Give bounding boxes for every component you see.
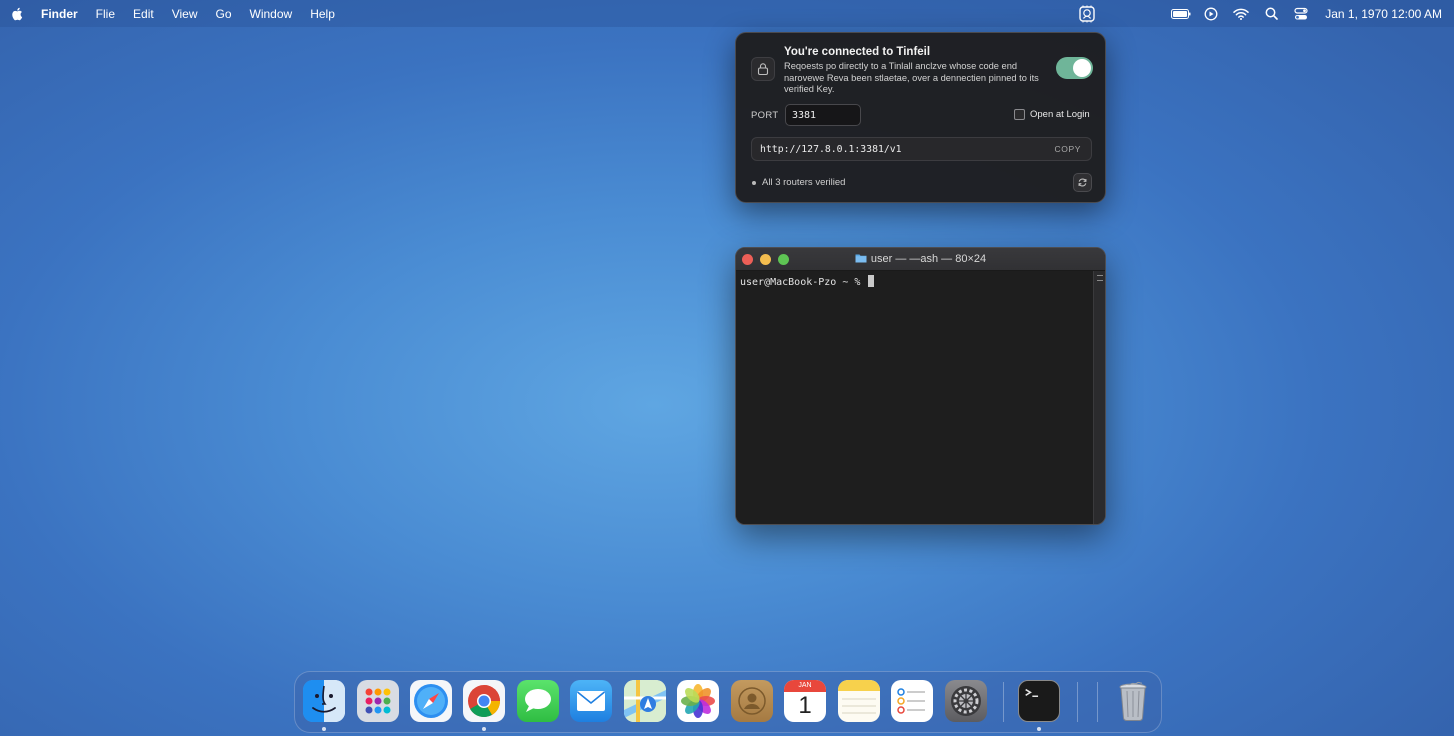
play-circle-icon[interactable] bbox=[1201, 4, 1221, 24]
connection-toggle[interactable] bbox=[1056, 57, 1093, 79]
folder-icon bbox=[855, 253, 867, 266]
apple-menu-icon[interactable] bbox=[11, 7, 29, 21]
dock-reminders-icon[interactable] bbox=[891, 680, 933, 722]
calendar-month: JAN bbox=[784, 680, 826, 692]
menu-clock[interactable]: Jan 1, 1970 12:00 AM bbox=[1325, 7, 1442, 21]
status-dot bbox=[752, 181, 756, 185]
dock-contacts-icon[interactable] bbox=[731, 680, 773, 722]
menu-edit[interactable]: Edit bbox=[133, 7, 154, 21]
terminal-window: user — —ash — 80×24 user@MacBook-Pzo ~ % bbox=[735, 247, 1106, 525]
calendar-day: 1 bbox=[798, 692, 812, 719]
dock-terminal-icon[interactable] bbox=[1018, 680, 1060, 722]
dock-maps-icon[interactable] bbox=[624, 680, 666, 722]
copy-button[interactable]: COPY bbox=[1055, 144, 1082, 154]
terminal-running-indicator bbox=[1037, 727, 1041, 731]
port-input[interactable]: 3381 bbox=[785, 104, 861, 126]
menu-go[interactable]: Go bbox=[216, 7, 232, 21]
router-status: All 3 routers verilied bbox=[762, 177, 846, 188]
toggle-knob bbox=[1073, 59, 1091, 77]
tinfoil-popover: You're connected to Tinfeil Reqoests po … bbox=[735, 32, 1106, 203]
dock-safari-icon[interactable] bbox=[410, 680, 452, 722]
chrome-running-indicator bbox=[482, 727, 486, 731]
search-icon[interactable] bbox=[1261, 4, 1281, 24]
menu-window[interactable]: Window bbox=[250, 7, 293, 21]
battery-icon[interactable] bbox=[1171, 4, 1191, 24]
dock: JAN 1 bbox=[294, 671, 1162, 733]
menu-file[interactable]: Flie bbox=[96, 7, 115, 21]
terminal-content[interactable]: user@MacBook-Pzo ~ % bbox=[736, 271, 1095, 524]
menu-view[interactable]: View bbox=[172, 7, 198, 21]
scroll-grip-icon bbox=[1097, 275, 1103, 281]
dock-separator bbox=[1077, 682, 1078, 722]
lock-icon bbox=[751, 57, 775, 81]
dock-system-settings-icon[interactable] bbox=[945, 680, 987, 722]
dock-photos-icon[interactable] bbox=[677, 680, 719, 722]
open-at-login-checkbox[interactable] bbox=[1014, 109, 1025, 120]
refresh-icon[interactable] bbox=[1073, 173, 1092, 192]
connection-description: Reqoests po directly to a Tinlall anclzv… bbox=[784, 61, 1039, 94]
endpoint-url-field[interactable]: http://127.8.0.1:3381/v1 COPY bbox=[751, 137, 1092, 161]
dock-notes-icon[interactable] bbox=[838, 680, 880, 722]
terminal-title-group: user — —ash — 80×24 bbox=[736, 253, 1105, 266]
dock-calendar-icon[interactable]: JAN 1 bbox=[784, 680, 826, 722]
terminal-cursor bbox=[868, 275, 875, 287]
control-center-icon[interactable] bbox=[1291, 4, 1311, 24]
terminal-scrollbar[interactable] bbox=[1093, 271, 1105, 524]
finder-running-indicator bbox=[322, 727, 326, 731]
dock-finder-icon[interactable] bbox=[303, 680, 345, 722]
endpoint-url: http://127.8.0.1:3381/v1 bbox=[760, 144, 902, 155]
wifi-icon[interactable] bbox=[1231, 4, 1251, 24]
dock-mail-icon[interactable] bbox=[570, 680, 612, 722]
terminal-title: user — —ash — 80×24 bbox=[870, 253, 987, 265]
connection-title: You're connected to Tinfeil bbox=[784, 46, 931, 58]
open-at-login-label[interactable]: Open at Login bbox=[1030, 109, 1090, 120]
dock-messages-icon[interactable] bbox=[517, 680, 559, 722]
dock-launchpad-icon[interactable] bbox=[357, 680, 399, 722]
port-label: PORT bbox=[751, 110, 779, 121]
menu-help[interactable]: Help bbox=[310, 7, 335, 21]
terminal-prompt-line: user@MacBook-Pzo ~ % bbox=[740, 275, 875, 288]
terminal-titlebar[interactable]: user — —ash — 80×24 bbox=[736, 248, 1105, 271]
dock-trash-icon[interactable] bbox=[1112, 680, 1154, 722]
dock-separator bbox=[1097, 682, 1098, 722]
terminal-prompt: user@MacBook-Pzo ~ % bbox=[740, 277, 867, 288]
menu-bar: Finder Flie Edit View Go Window Help Jan… bbox=[0, 0, 1454, 27]
tinfoil-menu-extra-icon[interactable] bbox=[1076, 3, 1098, 24]
dock-separator bbox=[1003, 682, 1004, 722]
dock-chrome-icon[interactable] bbox=[463, 680, 505, 722]
menu-app-name[interactable]: Finder bbox=[41, 7, 78, 21]
